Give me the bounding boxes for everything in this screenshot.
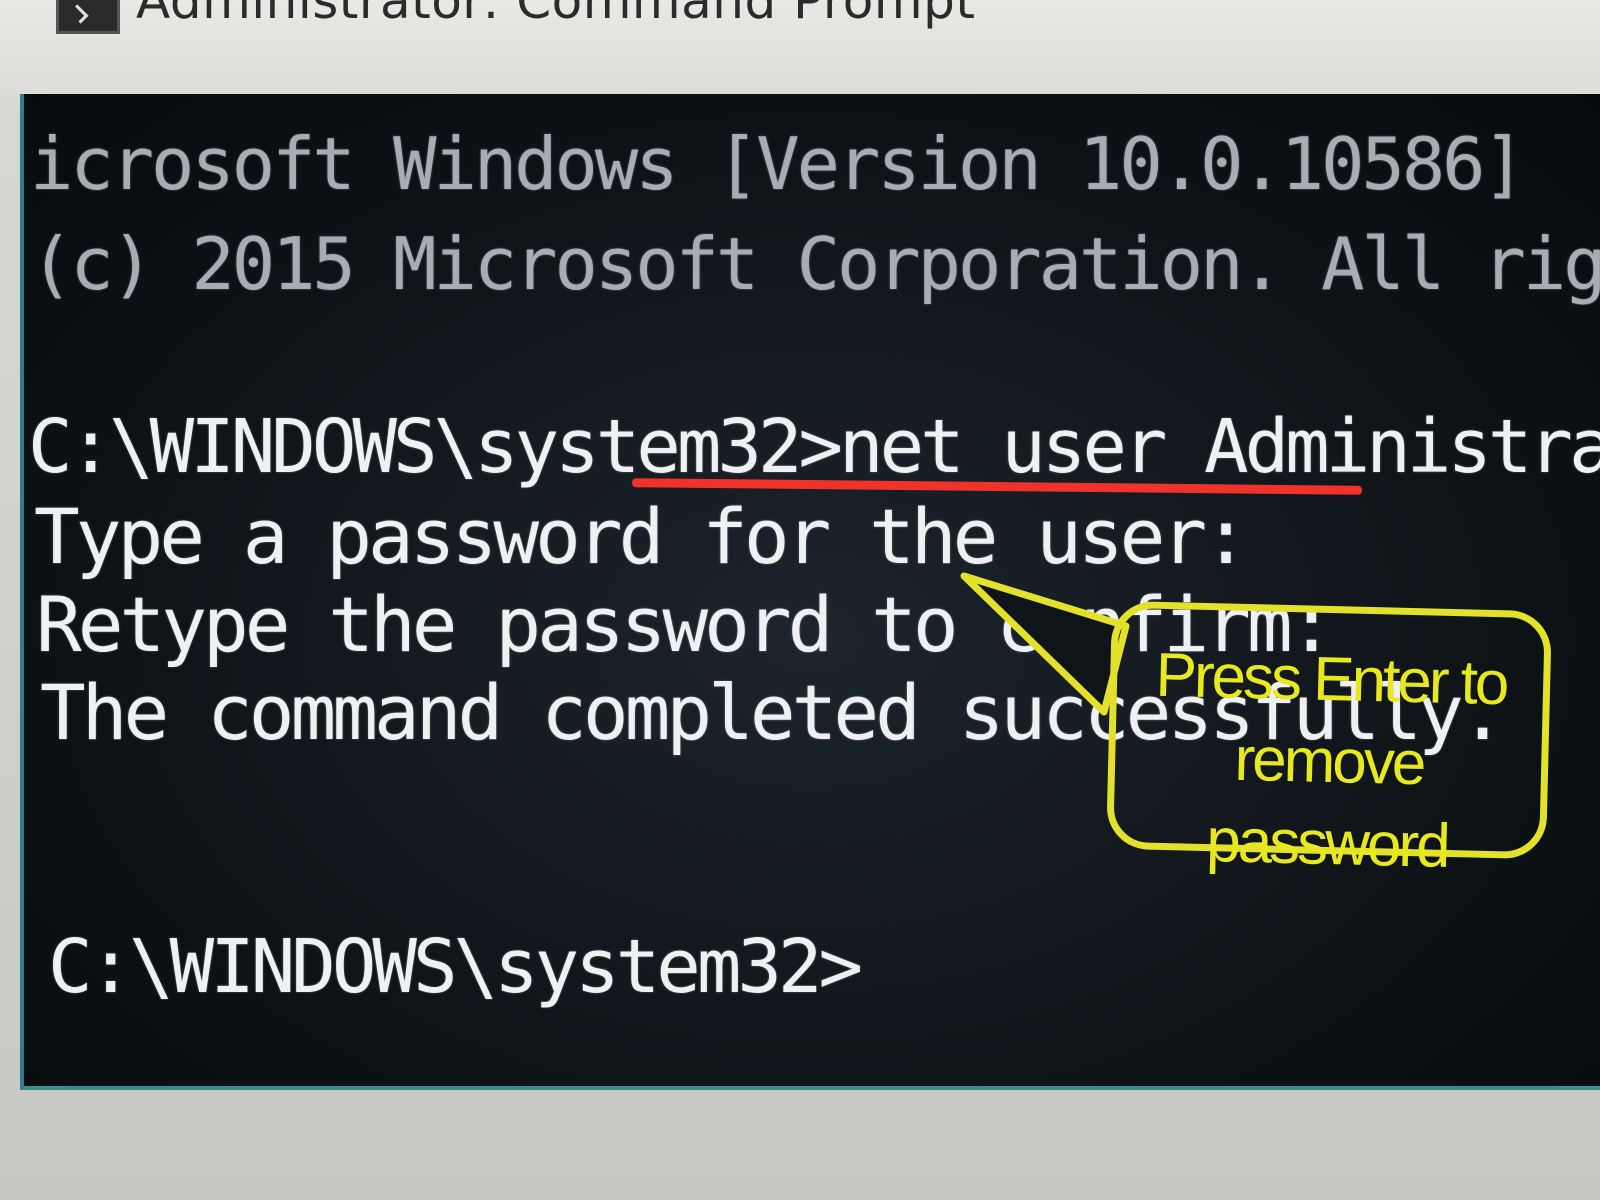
window-titlebar[interactable]: Administrator: Command Prompt xyxy=(0,0,1600,96)
console-command-line: C:\WINDOWS\system32>net user Administrat… xyxy=(28,404,1600,490)
callout-line: remove password xyxy=(1205,724,1449,881)
callout-text: Press Enter to remove password xyxy=(1111,634,1547,890)
console-banner-copyright: (c) 2015 Microsoft Corporation. All righ… xyxy=(30,222,1600,306)
callout-line: Press Enter to xyxy=(1154,640,1508,719)
console-command: net user Administrator * xyxy=(839,404,1600,490)
terminal-icon xyxy=(56,0,120,34)
console-prompt: C:\WINDOWS\system32> xyxy=(28,404,843,490)
window-title: Administrator: Command Prompt xyxy=(136,0,976,30)
console-banner-version: icrosoft Windows [Version 10.0.10586] xyxy=(30,122,1526,206)
console-area[interactable]: icrosoft Windows [Version 10.0.10586] (c… xyxy=(20,94,1600,1090)
screen: Administrator: Command Prompt icrosoft W… xyxy=(0,0,1600,1200)
console-prompt-current[interactable]: C:\WINDOWS\system32> xyxy=(48,924,863,1010)
